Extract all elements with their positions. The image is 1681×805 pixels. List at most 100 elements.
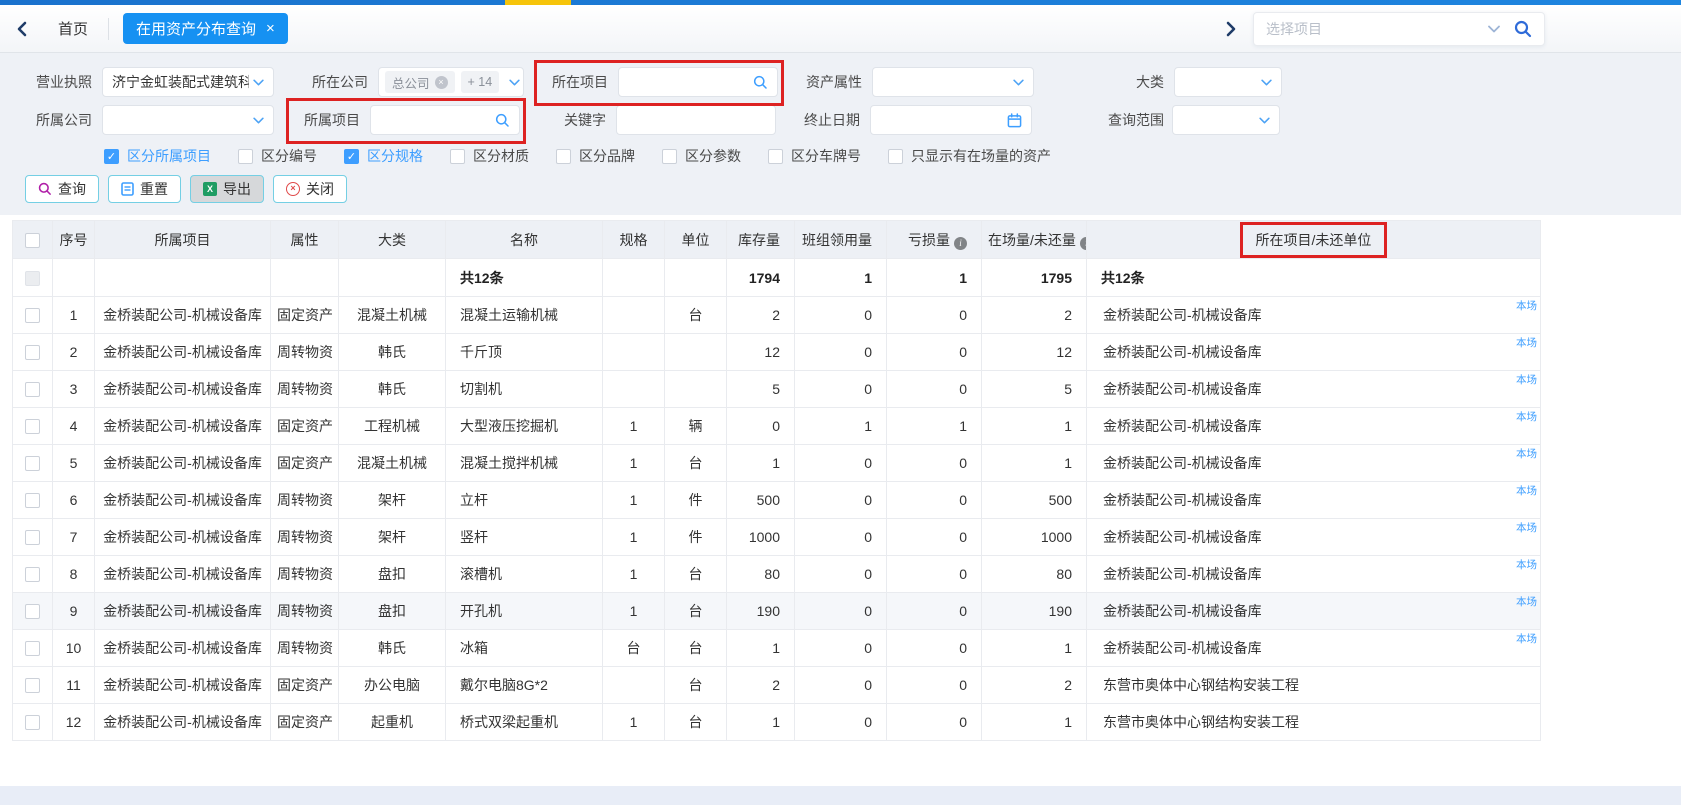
onsite-link[interactable]: 本场 — [1516, 409, 1537, 424]
filter-checkbox-2[interactable]: ✓区分规格 — [344, 146, 423, 166]
cell-team[interactable]: 0 — [795, 593, 887, 630]
cell-onsite[interactable]: 5 — [982, 371, 1087, 408]
major-category-select[interactable] — [1174, 67, 1282, 97]
cell-stock[interactable]: 1 — [727, 445, 795, 482]
onsite-link[interactable]: 本场 — [1516, 520, 1537, 535]
query-scope-select[interactable] — [1172, 105, 1280, 135]
located-company-select[interactable]: 总公司× + 14 — [378, 67, 524, 97]
checkbox-unchecked-icon[interactable] — [888, 149, 903, 164]
cell-onsite[interactable]: 1 — [982, 408, 1087, 445]
search-icon[interactable] — [1514, 20, 1532, 38]
tabs-scroll-right-icon[interactable] — [1225, 21, 1237, 37]
filter-checkbox-3[interactable]: 区分材质 — [450, 146, 529, 166]
row-checkbox[interactable] — [25, 308, 40, 323]
filter-checkbox-0[interactable]: ✓区分所属项目 — [104, 146, 211, 166]
cell-stock[interactable]: 0 — [727, 408, 795, 445]
tab-close-icon[interactable]: × — [266, 21, 275, 36]
cell-stock[interactable]: 190 — [727, 593, 795, 630]
cell-onsite[interactable]: 12 — [982, 334, 1087, 371]
cell-onsite[interactable]: 500 — [982, 482, 1087, 519]
checkbox-unchecked-icon[interactable] — [556, 149, 571, 164]
cell-loss[interactable]: 0 — [887, 667, 982, 704]
onsite-link[interactable]: 本场 — [1516, 372, 1537, 387]
cell-stock[interactable]: 1000 — [727, 519, 795, 556]
row-checkbox[interactable] — [25, 530, 40, 545]
cell-team[interactable]: 0 — [795, 445, 887, 482]
cell-team[interactable]: 0 — [795, 667, 887, 704]
row-checkbox[interactable] — [25, 456, 40, 471]
row-checkbox[interactable] — [25, 604, 40, 619]
cell-onsite[interactable]: 2 — [982, 667, 1087, 704]
checkbox-unchecked-icon[interactable] — [662, 149, 677, 164]
located-project-search-input[interactable] — [618, 67, 778, 97]
cell-loss[interactable]: 0 — [887, 482, 982, 519]
cell-loss[interactable]: 0 — [887, 704, 982, 741]
horizontal-scrollbar-track[interactable] — [0, 786, 1681, 805]
checkbox-checked-icon[interactable]: ✓ — [344, 149, 359, 164]
onsite-link[interactable]: 本场 — [1516, 631, 1537, 646]
close-button[interactable]: × 关闭 — [273, 175, 347, 203]
cell-loss[interactable]: 1 — [887, 408, 982, 445]
row-checkbox[interactable] — [25, 641, 40, 656]
row-checkbox[interactable] — [25, 345, 40, 360]
tab-home[interactable]: 首页 — [54, 18, 108, 39]
query-button[interactable]: 查询 — [25, 175, 99, 203]
cell-stock[interactable]: 80 — [727, 556, 795, 593]
cell-stock[interactable]: 1 — [727, 630, 795, 667]
checkbox-unchecked-icon[interactable] — [238, 149, 253, 164]
onsite-link[interactable]: 本场 — [1516, 483, 1537, 498]
cell-team[interactable]: 0 — [795, 556, 887, 593]
cell-stock[interactable]: 12 — [727, 334, 795, 371]
cell-loss[interactable]: 0 — [887, 556, 982, 593]
owning-company-select[interactable] — [102, 105, 274, 135]
reset-button[interactable]: 重置 — [108, 175, 181, 203]
tag-remove-icon[interactable]: × — [435, 76, 448, 89]
checkbox-unchecked-icon[interactable] — [450, 149, 465, 164]
filter-checkbox-7[interactable]: 只显示有在场量的资产 — [888, 146, 1051, 166]
cell-team[interactable]: 0 — [795, 482, 887, 519]
keyword-input[interactable] — [616, 105, 776, 135]
project-select[interactable]: 选择项目 — [1253, 12, 1545, 46]
owning-project-search-input[interactable] — [370, 105, 520, 135]
cell-stock[interactable]: 5 — [727, 371, 795, 408]
cell-onsite[interactable]: 1 — [982, 445, 1087, 482]
cell-loss[interactable]: 0 — [887, 630, 982, 667]
filter-checkbox-1[interactable]: 区分编号 — [238, 146, 317, 166]
row-checkbox[interactable] — [25, 678, 40, 693]
cell-team[interactable]: 0 — [795, 519, 887, 556]
cell-loss[interactable]: 0 — [887, 445, 982, 482]
cell-team[interactable]: 0 — [795, 297, 887, 334]
tab-active[interactable]: 在用资产分布查询 × — [123, 13, 288, 44]
cell-team[interactable]: 1 — [795, 408, 887, 445]
cell-onsite[interactable]: 80 — [982, 556, 1087, 593]
tabs-scroll-left-icon[interactable] — [16, 21, 28, 37]
filter-checkbox-6[interactable]: 区分车牌号 — [768, 146, 861, 166]
onsite-link[interactable]: 本场 — [1516, 335, 1537, 350]
onsite-link[interactable]: 本场 — [1516, 446, 1537, 461]
cell-onsite[interactable]: 190 — [982, 593, 1087, 630]
cell-onsite[interactable]: 2 — [982, 297, 1087, 334]
row-checkbox[interactable] — [25, 382, 40, 397]
cell-team[interactable]: 0 — [795, 334, 887, 371]
filter-checkbox-4[interactable]: 区分品牌 — [556, 146, 635, 166]
checkbox-checked-icon[interactable]: ✓ — [104, 149, 119, 164]
cell-loss[interactable]: 0 — [887, 334, 982, 371]
end-date-input[interactable] — [870, 105, 1032, 135]
asset-attribute-select[interactable] — [872, 67, 1034, 97]
onsite-link[interactable]: 本场 — [1516, 594, 1537, 609]
row-checkbox[interactable] — [25, 233, 40, 248]
checkbox-unchecked-icon[interactable] — [768, 149, 783, 164]
cell-team[interactable]: 0 — [795, 704, 887, 741]
business-license-select[interactable]: 济宁金虹装配式建筑科技 — [102, 67, 274, 97]
cell-onsite[interactable]: 1 — [982, 704, 1087, 741]
cell-loss[interactable]: 0 — [887, 371, 982, 408]
cell-stock[interactable]: 2 — [727, 297, 795, 334]
cell-stock[interactable]: 2 — [727, 667, 795, 704]
row-checkbox[interactable] — [25, 419, 40, 434]
cell-team[interactable]: 0 — [795, 630, 887, 667]
cell-onsite[interactable]: 1 — [982, 630, 1087, 667]
cell-stock[interactable]: 500 — [727, 482, 795, 519]
row-checkbox[interactable] — [25, 715, 40, 730]
cell-loss[interactable]: 0 — [887, 519, 982, 556]
filter-checkbox-5[interactable]: 区分参数 — [662, 146, 741, 166]
